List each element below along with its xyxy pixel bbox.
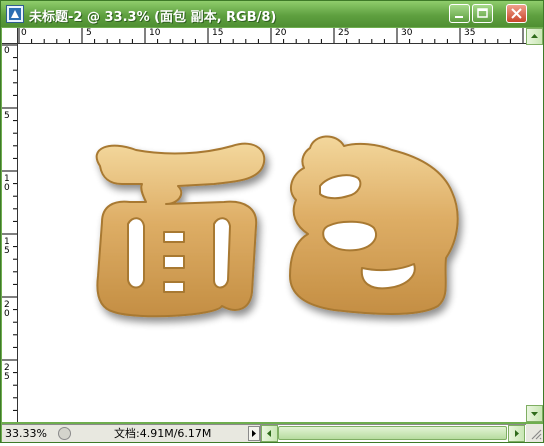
close-icon bbox=[511, 8, 522, 19]
maximize-icon bbox=[477, 8, 488, 18]
document-size-info: 文档:4.91M/6.17M bbox=[114, 427, 212, 440]
ruler-label: 15 bbox=[212, 28, 224, 38]
arrow-right-icon bbox=[515, 430, 519, 437]
maximize-button[interactable] bbox=[472, 4, 493, 23]
bread-text-artwork bbox=[95, 135, 459, 318]
ruler-label: 15 bbox=[4, 237, 10, 256]
ruler-origin[interactable] bbox=[2, 28, 18, 44]
window-title: 未标题-2 @ 33.3% (面包 副本, RGB/8) bbox=[29, 10, 277, 25]
zoom-level[interactable]: 33.33% bbox=[5, 427, 51, 440]
scroll-right-button[interactable] bbox=[508, 425, 525, 442]
ruler-label: 5 bbox=[4, 111, 10, 121]
ruler-label: 35 bbox=[464, 28, 476, 38]
resize-grip[interactable] bbox=[526, 424, 543, 442]
ruler-label: 25 bbox=[4, 363, 10, 382]
scroll-up-button[interactable] bbox=[526, 28, 543, 45]
arrow-right-icon bbox=[252, 430, 256, 437]
document-canvas[interactable] bbox=[18, 44, 526, 422]
ruler-label: 20 bbox=[275, 28, 287, 38]
title-bar[interactable]: 未标题-2 @ 33.3% (面包 副本, RGB/8) bbox=[1, 1, 543, 27]
ruler-label: 5 bbox=[86, 28, 92, 38]
scroll-down-button[interactable] bbox=[526, 405, 543, 422]
ruler-label: 20 bbox=[4, 300, 10, 319]
horizontal-scrollbar[interactable] bbox=[260, 425, 526, 442]
arrow-up-icon bbox=[531, 34, 538, 38]
ruler-label: 10 bbox=[149, 28, 161, 38]
status-menu-button[interactable] bbox=[248, 426, 260, 441]
ruler-label: 25 bbox=[338, 28, 350, 38]
arrow-down-icon bbox=[531, 412, 538, 416]
horizontal-scroll-thumb[interactable] bbox=[278, 426, 507, 440]
ruler-label: 0 bbox=[21, 28, 27, 38]
photoshop-document-icon[interactable] bbox=[6, 5, 24, 23]
horizontal-ruler-ticks bbox=[18, 28, 524, 43]
arrow-left-icon bbox=[267, 430, 271, 437]
status-bar: 33.33% 文档:4.91M/6.17M bbox=[2, 424, 543, 442]
resize-grip-icon bbox=[531, 429, 542, 440]
ruler-label: 10 bbox=[4, 174, 10, 193]
ruler-label: 30 bbox=[401, 28, 413, 38]
minimize-button[interactable] bbox=[449, 4, 470, 23]
close-button[interactable] bbox=[506, 4, 527, 23]
minimize-icon bbox=[455, 16, 463, 18]
document-window: 未标题-2 @ 33.3% (面包 副本, RGB/8) 0 5 10 15 2… bbox=[0, 0, 544, 443]
horizontal-ruler[interactable]: 0 5 10 15 20 25 30 35 bbox=[18, 28, 526, 44]
ruler-label: 0 bbox=[4, 46, 10, 56]
navigator-icon[interactable] bbox=[58, 427, 71, 440]
scroll-left-button[interactable] bbox=[261, 425, 278, 442]
vertical-ruler[interactable]: 0 5 10 15 20 25 bbox=[2, 44, 18, 422]
vertical-scrollbar[interactable] bbox=[526, 28, 543, 422]
